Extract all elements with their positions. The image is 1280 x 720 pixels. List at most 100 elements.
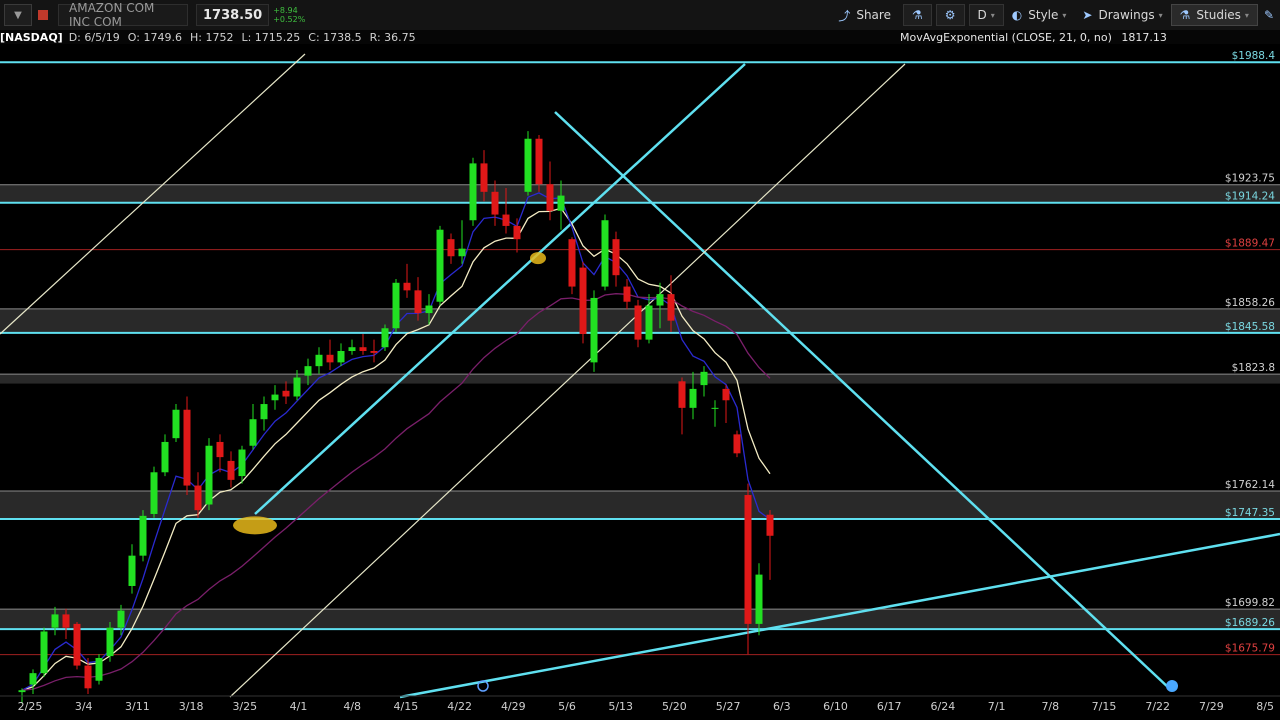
- chevron-down-icon: ▼: [14, 9, 22, 21]
- flask-button[interactable]: ⚗: [902, 4, 932, 26]
- candle: [722, 385, 730, 424]
- candle-body: [436, 229, 444, 302]
- aggregation-button[interactable]: D ▾: [968, 4, 1004, 26]
- candle-body: [29, 673, 37, 685]
- candle-body: [326, 354, 334, 363]
- candle: [623, 278, 631, 310]
- candle-body: [161, 441, 169, 473]
- price-level-tag: $1675.79: [1225, 643, 1275, 655]
- x-tick-label: 4/22: [447, 700, 472, 713]
- x-tick-label: 4/8: [343, 700, 361, 713]
- candle: [348, 339, 356, 355]
- x-tick-label: 6/10: [823, 700, 848, 713]
- share-button[interactable]: ⤴ Share: [830, 4, 899, 26]
- candle-body: [491, 191, 499, 215]
- price-level-tag: $1889.47: [1225, 238, 1275, 250]
- price-level-tag: $1689.26: [1225, 617, 1275, 629]
- candle-body: [260, 404, 268, 420]
- candle-body: [194, 485, 202, 511]
- x-tick-label: 5/20: [662, 700, 687, 713]
- candle: [172, 404, 180, 442]
- candle: [700, 366, 708, 397]
- candle: [678, 377, 686, 435]
- x-tick-label: 3/11: [125, 700, 150, 713]
- chevron-down-icon: ▾: [1062, 10, 1067, 20]
- candle-body: [590, 297, 598, 363]
- x-tick-label: 5/27: [716, 700, 741, 713]
- candle-body: [238, 449, 246, 477]
- candle-body: [84, 665, 92, 689]
- candle: [711, 400, 719, 427]
- x-tick-label: 8/5: [1256, 700, 1274, 713]
- candle-body: [656, 294, 664, 306]
- event-marker: [1166, 680, 1178, 692]
- candle: [150, 466, 158, 518]
- bar-high: H: 1752: [189, 30, 234, 44]
- candle-body: [128, 555, 136, 586]
- candle-body: [535, 138, 543, 185]
- x-tick-label: 5/13: [608, 700, 633, 713]
- candle: [326, 339, 334, 370]
- x-tick-label: 3/18: [179, 700, 204, 713]
- candle: [205, 438, 213, 511]
- symbol-input[interactable]: AMAZON COM INC COM: [58, 1, 188, 29]
- price-level-tag: $1914.24: [1225, 191, 1275, 203]
- x-tick-label: 4/1: [290, 700, 308, 713]
- change-percent: +0.52%: [273, 15, 306, 24]
- edit-button[interactable]: ✎: [1258, 4, 1280, 26]
- price-chart[interactable]: $1988.4 $1923.75 $1914.24 $1889.47 $1858.26 $…: [0, 44, 1280, 720]
- candle-body: [744, 495, 752, 624]
- x-tick-label: 7/29: [1199, 700, 1224, 713]
- candle: [183, 396, 191, 496]
- candle-body: [150, 472, 158, 514]
- candle-body: [205, 445, 213, 505]
- candle-body: [502, 214, 510, 226]
- candle: [733, 430, 741, 458]
- candle-body: [689, 388, 697, 408]
- price-level-tag: $1923.75: [1225, 173, 1275, 185]
- candle-body: [755, 574, 763, 624]
- candle-body: [513, 225, 521, 240]
- x-tick-label: 2/25: [18, 700, 43, 713]
- candle-body: [524, 138, 532, 192]
- quote-info-bar: [NASDAQ] D: 6/5/19 O: 1749.6 H: 1752 L: …: [0, 30, 1280, 44]
- studies-button[interactable]: ⚗ Studies ▾: [1170, 4, 1258, 26]
- candle-body: [414, 290, 422, 314]
- candle-body: [106, 627, 114, 657]
- drawings-button[interactable]: ➤ Drawings ▾: [1074, 4, 1170, 26]
- style-button[interactable]: ◐ Style ▾: [1004, 4, 1075, 26]
- candle: [370, 339, 378, 363]
- candle: [29, 669, 37, 694]
- price-level-tag: $1858.26: [1225, 297, 1275, 309]
- bar-close: C: 1738.5: [308, 30, 362, 44]
- candle-body: [667, 294, 675, 321]
- candle-body: [227, 460, 235, 480]
- candle-body: [392, 282, 400, 329]
- bar-range: R: 36.75: [369, 30, 416, 44]
- candle: [161, 434, 169, 477]
- chevron-down-icon: ▾: [1244, 10, 1249, 20]
- candle: [216, 434, 224, 473]
- candle: [381, 324, 389, 351]
- candle: [469, 157, 477, 226]
- settings-button[interactable]: ⚙: [935, 4, 965, 26]
- candle-body: [172, 409, 180, 439]
- candle-body: [612, 239, 620, 276]
- candle-body: [678, 381, 686, 408]
- candle-body: [304, 366, 312, 376]
- menu-button[interactable]: ▼: [4, 4, 32, 26]
- candle-body: [271, 394, 279, 401]
- candle-body: [601, 220, 609, 287]
- x-tick-label: 7/1: [988, 700, 1006, 713]
- price-change: +8.94 +0.52%: [273, 6, 305, 24]
- candle: [612, 231, 620, 287]
- candle-body: [117, 610, 125, 628]
- candle-body: [403, 282, 411, 291]
- candle: [513, 218, 521, 253]
- symbol-color-swatch[interactable]: [38, 10, 48, 20]
- aggregation-label: D: [977, 8, 987, 22]
- candle: [73, 621, 81, 670]
- candle: [282, 381, 290, 405]
- candle: [766, 510, 774, 580]
- price-level-tag: $1699.82: [1225, 597, 1275, 609]
